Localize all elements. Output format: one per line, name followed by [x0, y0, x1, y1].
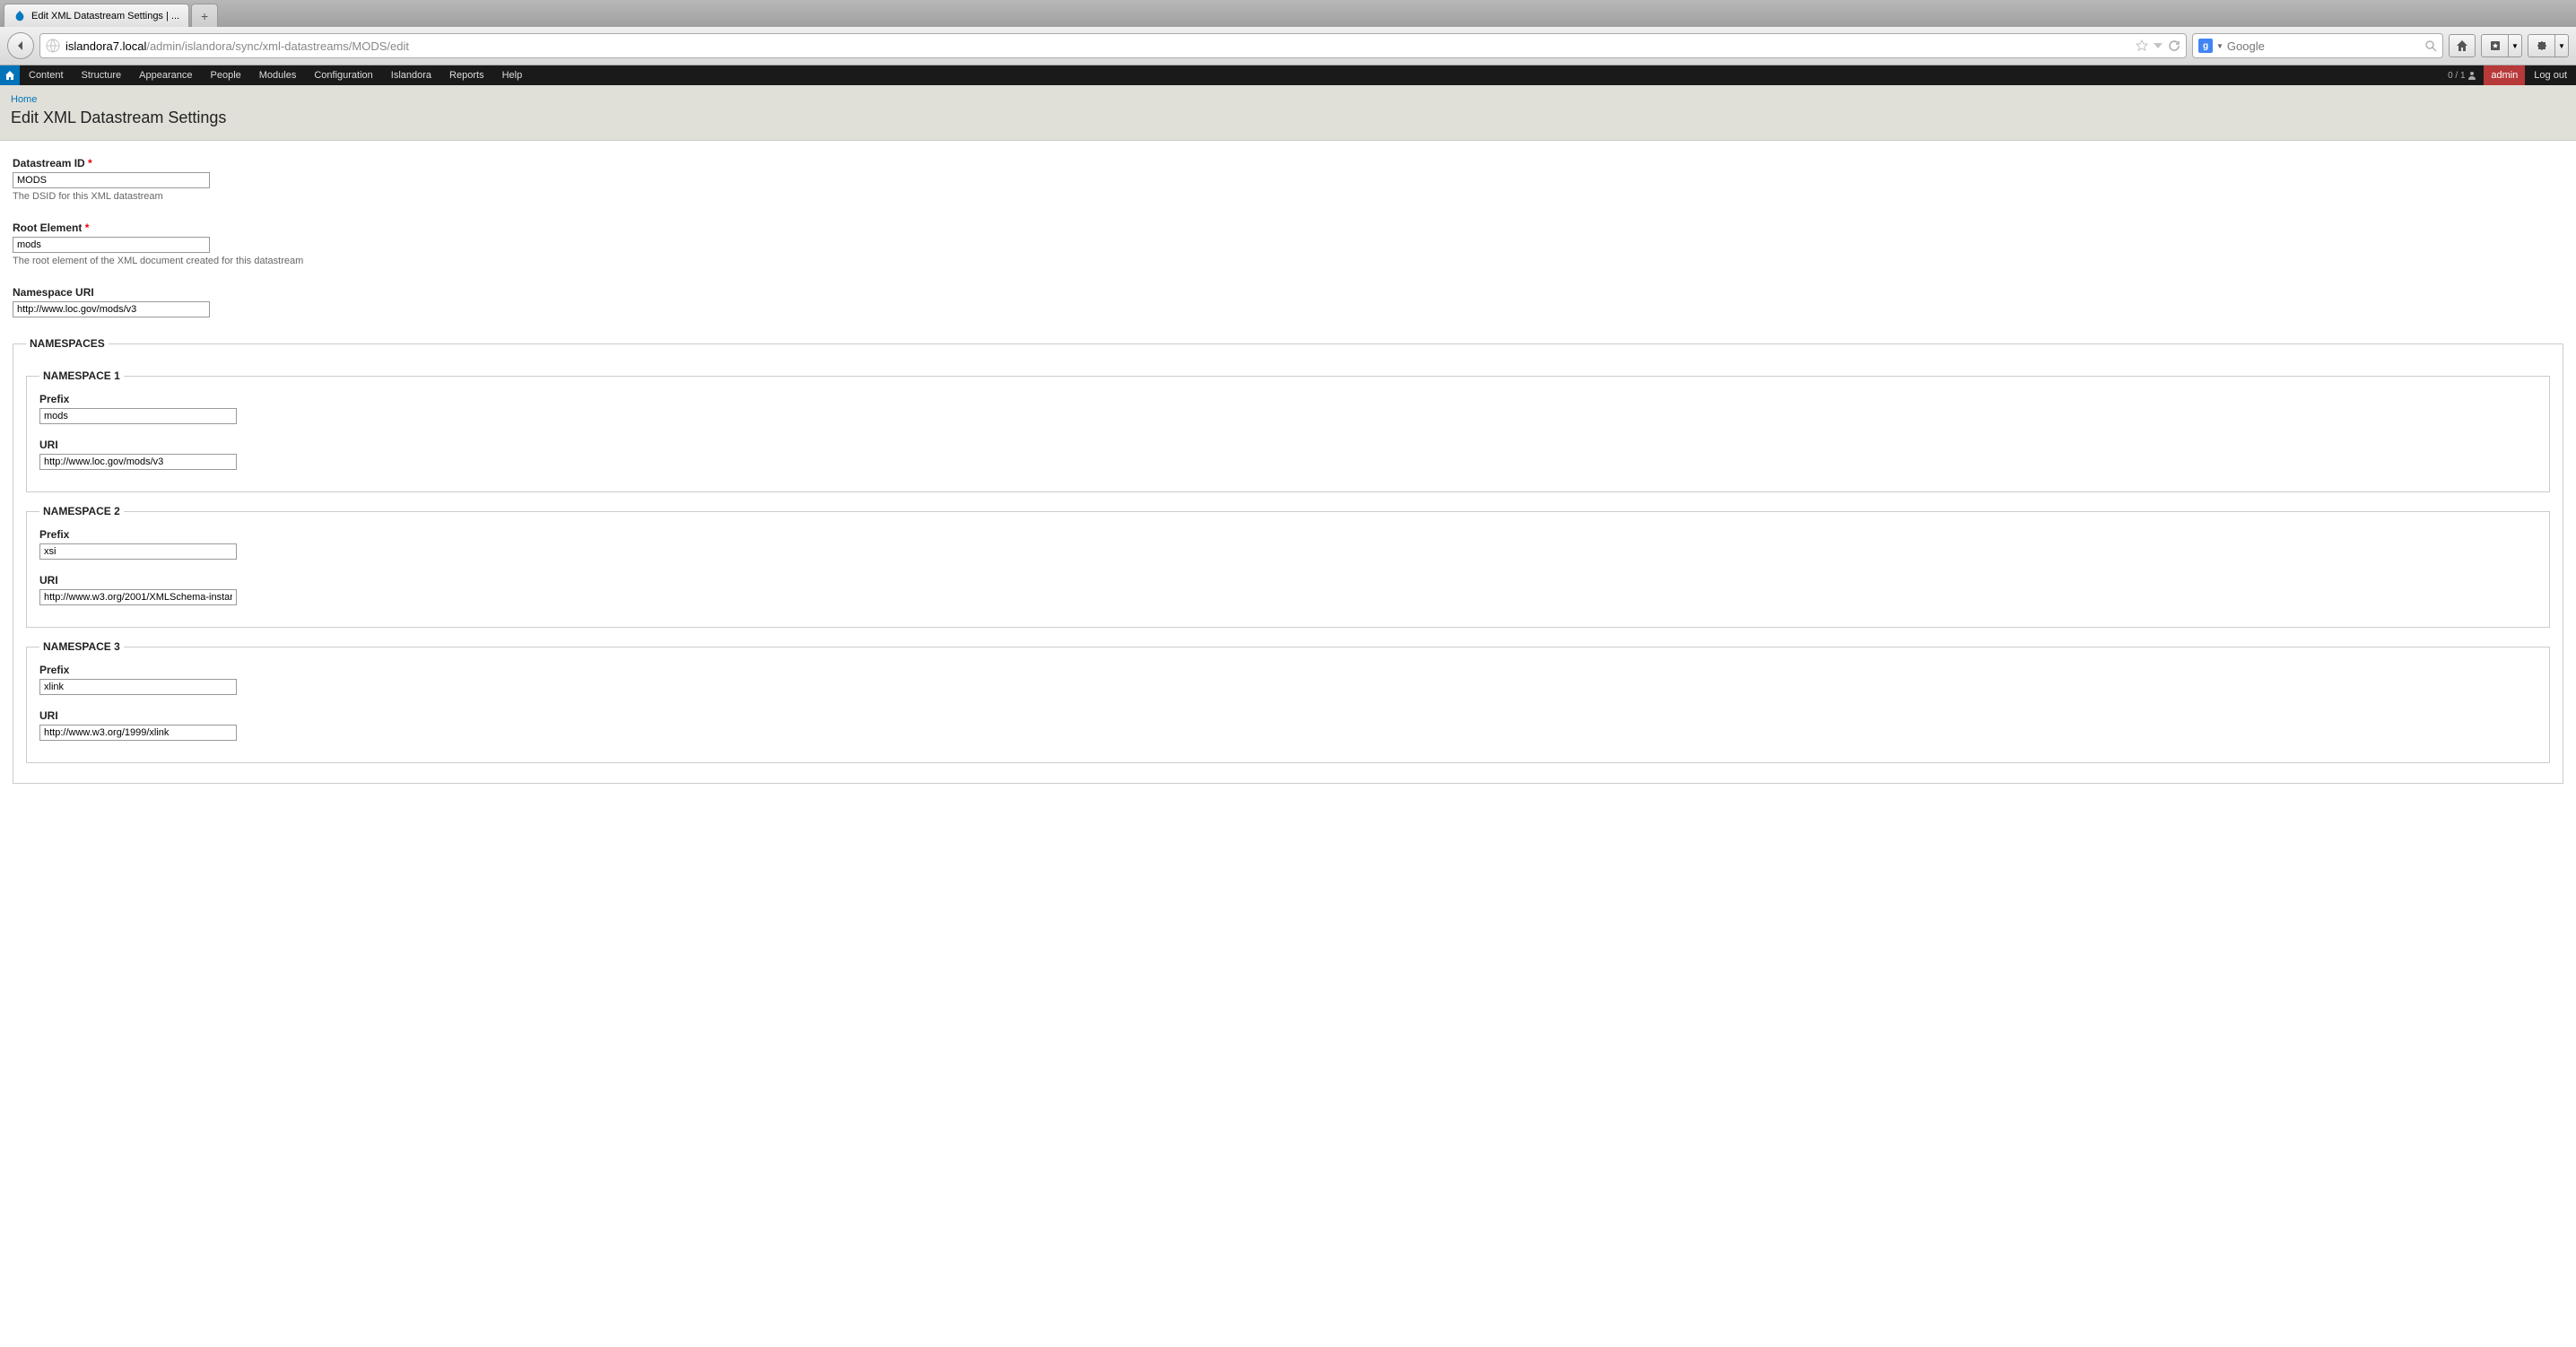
fieldset-namespaces: NAMESPACES NAMESPACE 1 Prefix URI NAMESP…: [13, 337, 2563, 784]
addon-split-button: ▼: [2528, 34, 2569, 57]
legend-ns1: NAMESPACE 1: [39, 369, 124, 382]
tab-title: Edit XML Datastream Settings | ...: [31, 11, 179, 22]
search-engine-dropdown-icon[interactable]: ▼: [2216, 42, 2224, 50]
field-ns3-uri: URI: [39, 709, 2537, 741]
dropdown-icon[interactable]: [2154, 41, 2163, 50]
breadcrumb: Home: [11, 94, 2565, 105]
search-input[interactable]: [2227, 39, 2424, 53]
bookmarks-dropdown[interactable]: ▼: [2508, 34, 2522, 57]
field-ns1-prefix: Prefix: [39, 393, 2537, 424]
input-datastream-id[interactable]: [13, 172, 210, 188]
field-namespace-uri: Namespace URI: [13, 286, 2563, 317]
input-ns2-prefix[interactable]: [39, 543, 237, 560]
drupal-favicon: [13, 10, 26, 22]
url-bar[interactable]: islandora7.local/admin/islandora/sync/xm…: [39, 33, 2187, 58]
admin-counter: 0 / 1: [2441, 71, 2484, 81]
bookmarks-button[interactable]: [2481, 34, 2508, 57]
logout-link[interactable]: Log out: [2525, 65, 2576, 85]
url-actions: [2136, 39, 2180, 52]
menu-reports[interactable]: Reports: [440, 65, 493, 85]
input-ns3-prefix[interactable]: [39, 679, 237, 695]
page-title: Edit XML Datastream Settings: [11, 109, 2565, 127]
users-icon: [2467, 71, 2476, 80]
menu-content[interactable]: Content: [20, 65, 73, 85]
field-ns2-prefix: Prefix: [39, 528, 2537, 560]
page-header: Home Edit XML Datastream Settings: [0, 85, 2576, 141]
url-text: islandora7.local/admin/islandora/sync/xm…: [65, 39, 2136, 53]
input-root-element[interactable]: [13, 237, 210, 253]
admin-toolbar-right: 0 / 1 admin Log out: [2441, 65, 2576, 85]
menu-modules[interactable]: Modules: [250, 65, 306, 85]
label-datastream-id: Datastream ID *: [13, 157, 2563, 169]
admin-home-icon[interactable]: [0, 65, 20, 85]
bookmarks-icon: [2489, 39, 2502, 52]
home-button[interactable]: [2449, 34, 2476, 57]
menu-configuration[interactable]: Configuration: [305, 65, 381, 85]
legend-ns3: NAMESPACE 3: [39, 640, 124, 653]
label-ns3-uri: URI: [39, 709, 2537, 722]
addon-dropdown[interactable]: ▼: [2554, 34, 2569, 57]
back-button[interactable]: [7, 32, 34, 59]
input-ns3-uri[interactable]: [39, 725, 237, 741]
label-namespace-uri: Namespace URI: [13, 286, 2563, 299]
nav-bar: islandora7.local/admin/islandora/sync/xm…: [0, 27, 2576, 65]
label-ns3-prefix: Prefix: [39, 664, 2537, 676]
back-icon: [14, 39, 27, 52]
menu-islandora[interactable]: Islandora: [382, 65, 440, 85]
desc-datastream-id: The DSID for this XML datastream: [13, 191, 2563, 202]
addon-button[interactable]: [2528, 34, 2554, 57]
browser-tab[interactable]: Edit XML Datastream Settings | ...: [4, 4, 189, 27]
input-ns1-prefix[interactable]: [39, 408, 237, 424]
field-ns3-prefix: Prefix: [39, 664, 2537, 695]
label-ns2-prefix: Prefix: [39, 528, 2537, 541]
admin-toolbar: Content Structure Appearance People Modu…: [0, 65, 2576, 85]
input-ns2-uri[interactable]: [39, 589, 237, 605]
bookmarks-split-button: ▼: [2481, 34, 2522, 57]
fieldset-namespace-3: NAMESPACE 3 Prefix URI: [26, 640, 2550, 763]
legend-namespaces: NAMESPACES: [26, 337, 109, 350]
puzzle-icon: [2536, 39, 2548, 52]
fieldset-namespace-1: NAMESPACE 1 Prefix URI: [26, 369, 2550, 492]
bookmark-star-icon[interactable]: [2136, 39, 2148, 52]
google-icon: g: [2198, 39, 2213, 53]
search-bar[interactable]: g ▼: [2192, 33, 2443, 58]
tab-bar: Edit XML Datastream Settings | ... +: [0, 0, 2576, 27]
globe-icon: [46, 39, 60, 53]
menu-help[interactable]: Help: [493, 65, 532, 85]
input-namespace-uri[interactable]: [13, 301, 210, 317]
reload-icon[interactable]: [2168, 39, 2180, 52]
label-ns1-uri: URI: [39, 439, 2537, 451]
admin-menu: Content Structure Appearance People Modu…: [20, 65, 531, 85]
label-ns2-uri: URI: [39, 574, 2537, 587]
menu-structure[interactable]: Structure: [73, 65, 131, 85]
search-icon[interactable]: [2424, 39, 2437, 52]
label-ns1-prefix: Prefix: [39, 393, 2537, 405]
field-ns2-uri: URI: [39, 574, 2537, 605]
admin-user-link[interactable]: admin: [2484, 65, 2525, 85]
fieldset-namespace-2: NAMESPACE 2 Prefix URI: [26, 505, 2550, 628]
field-datastream-id: Datastream ID * The DSID for this XML da…: [13, 157, 2563, 202]
field-root-element: Root Element * The root element of the X…: [13, 222, 2563, 266]
field-ns1-uri: URI: [39, 439, 2537, 470]
label-root-element: Root Element *: [13, 222, 2563, 234]
menu-appearance[interactable]: Appearance: [130, 65, 201, 85]
browser-chrome: Edit XML Datastream Settings | ... + isl…: [0, 0, 2576, 65]
desc-root-element: The root element of the XML document cre…: [13, 256, 2563, 266]
home-icon: [2456, 39, 2468, 52]
breadcrumb-home[interactable]: Home: [11, 94, 37, 105]
content: Datastream ID * The DSID for this XML da…: [0, 141, 2576, 813]
input-ns1-uri[interactable]: [39, 454, 237, 470]
new-tab-button[interactable]: +: [191, 4, 218, 27]
menu-people[interactable]: People: [202, 65, 250, 85]
legend-ns2: NAMESPACE 2: [39, 505, 124, 517]
